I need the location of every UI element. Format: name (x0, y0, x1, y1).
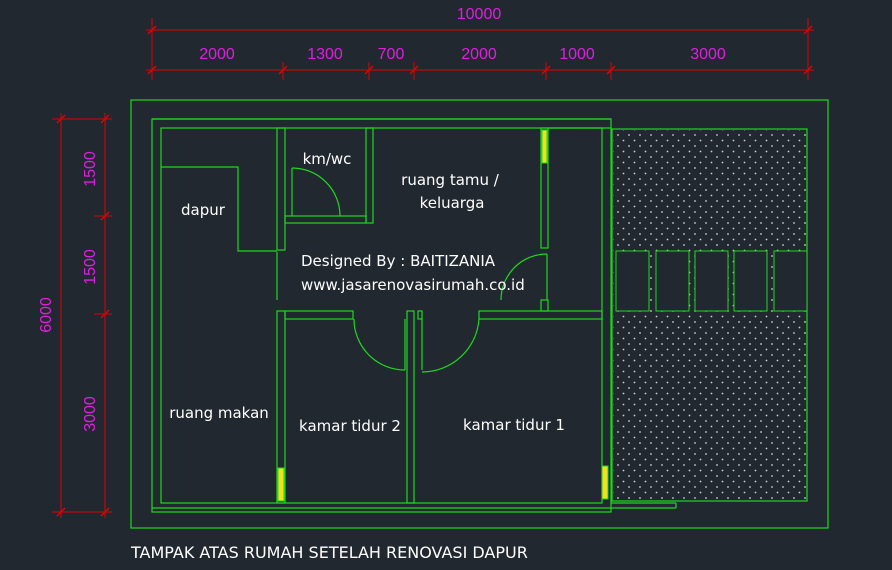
height-label-2: 1500 (82, 249, 99, 285)
room-label-kmwc: km/wc (303, 150, 352, 168)
room-label-ruang-tamu-line2: keluarga (420, 194, 485, 212)
room-label-ruang-tamu-line1: ruang tamu / (401, 171, 500, 189)
drawing-caption: TAMPAK ATAS RUMAH SETELAH RENOVASI DAPUR (130, 543, 528, 562)
doors (276, 167, 548, 373)
height-label-1: 1500 (82, 151, 99, 187)
total-width-label: 10000 (457, 6, 502, 23)
hatched-terrace-area (613, 130, 806, 500)
website-credit: www.jasarenovasirumah.co.id (301, 276, 525, 294)
room-label-dapur: dapur (181, 201, 226, 219)
room-label-kamar-tidur-2: kamar tidur 2 (299, 417, 401, 435)
total-height-label: 6000 (38, 297, 55, 333)
dimension-label-4: 2000 (461, 46, 497, 63)
dimension-label-6: 3000 (690, 46, 726, 63)
paving-blocks (615, 250, 808, 312)
cad-canvas: 10000 2000 1300 700 2000 1000 3000 6000 … (0, 0, 892, 570)
dimension-label-2: 1300 (307, 46, 343, 63)
dimension-label-5: 1000 (559, 46, 595, 63)
room-label-kamar-tidur-1: kamar tidur 1 (463, 416, 565, 434)
left-dimension-group: 6000 1500 1500 3000 (38, 113, 112, 518)
floor-plan-drawing: 10000 2000 1300 700 2000 1000 3000 6000 … (38, 6, 829, 562)
height-label-3: 3000 (82, 396, 99, 432)
designer-credit: Designed By : BAITIZANIA (301, 252, 496, 270)
dimension-label-1: 2000 (199, 46, 235, 63)
dimension-label-3: 700 (378, 46, 405, 63)
top-dimension-group: 10000 2000 1300 700 2000 1000 3000 (146, 6, 814, 80)
room-label-ruang-makan: ruang makan (169, 404, 269, 422)
